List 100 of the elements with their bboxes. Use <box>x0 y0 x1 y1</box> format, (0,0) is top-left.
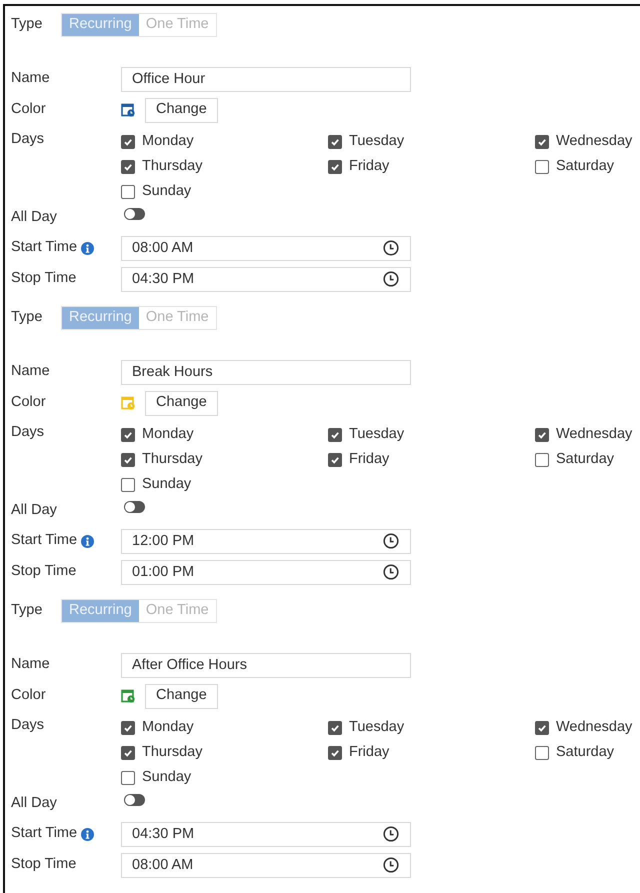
day-label: Thursday <box>142 742 202 762</box>
day-label: Friday <box>349 156 390 176</box>
check-icon <box>537 136 547 146</box>
check-icon <box>330 430 340 440</box>
toggle-switch[interactable] <box>124 501 145 513</box>
checkbox[interactable] <box>535 746 549 760</box>
checkbox[interactable] <box>535 160 549 174</box>
field-label: Type <box>11 308 44 328</box>
checkbox[interactable] <box>535 452 549 466</box>
day-label: Thursday <box>142 450 202 469</box>
clock-icon <box>383 240 399 256</box>
field-label: Type <box>11 601 44 620</box>
checkbox[interactable] <box>328 720 342 734</box>
checkbox[interactable] <box>328 160 342 174</box>
name-field[interactable]: Break Hours <box>121 360 411 384</box>
name-field[interactable]: After Office Hours <box>121 652 411 678</box>
check-icon <box>537 430 547 440</box>
checkbox[interactable] <box>121 184 135 198</box>
checkbox[interactable] <box>121 746 135 760</box>
check-icon <box>123 430 133 440</box>
checkbox[interactable] <box>121 134 135 148</box>
day-label: Saturday <box>556 156 614 176</box>
checkbox[interactable] <box>328 746 342 760</box>
checkbox[interactable] <box>535 720 549 734</box>
checkbox[interactable] <box>121 428 135 442</box>
day-label: Tuesday <box>349 132 404 151</box>
field-label: Name <box>11 69 51 88</box>
day-label: Friday <box>349 450 390 469</box>
check-icon <box>123 722 133 732</box>
time-field[interactable]: 08:00 AM <box>121 852 411 878</box>
info-icon <box>81 828 94 840</box>
field-label: All Day <box>11 208 58 228</box>
field-label: Name <box>11 655 51 674</box>
day-label: Wednesday <box>556 718 632 737</box>
info-icon <box>81 242 94 254</box>
check-icon <box>330 748 340 758</box>
checkbox[interactable] <box>535 428 549 442</box>
check-icon <box>330 136 340 146</box>
day-label: Tuesday <box>349 424 404 444</box>
field-label: Start Time <box>11 824 78 844</box>
check-icon <box>123 162 133 172</box>
check-icon <box>330 722 340 732</box>
check-icon <box>330 454 340 464</box>
field-label: Type <box>11 15 44 34</box>
checkbox[interactable] <box>328 428 342 442</box>
check-icon <box>123 748 133 758</box>
day-label: Wednesday <box>556 132 632 151</box>
day-label: Saturday <box>556 450 614 469</box>
clock-icon <box>383 826 399 842</box>
field-label: Stop Time <box>11 269 76 288</box>
day-label: Tuesday <box>349 718 404 737</box>
clock-icon <box>383 564 399 580</box>
field-label: Days <box>11 423 46 442</box>
day-label: Monday <box>142 132 194 151</box>
field-label: Color <box>11 393 47 412</box>
field-label: Days <box>11 130 46 149</box>
name-field[interactable]: Office Hour <box>121 66 411 92</box>
field-label: Color <box>11 100 47 120</box>
change-button[interactable]: Change <box>145 684 218 708</box>
check-icon <box>123 454 133 464</box>
checkbox[interactable] <box>328 452 342 466</box>
time-field[interactable]: 12:00 PM <box>121 528 411 554</box>
day-label: Thursday <box>142 156 202 176</box>
field-label: Start Time <box>11 531 78 550</box>
change-button[interactable]: Change <box>145 390 218 416</box>
checkbox[interactable] <box>328 134 342 148</box>
info-icon <box>81 534 94 548</box>
check-icon <box>123 136 133 146</box>
day-label: Friday <box>349 742 390 762</box>
change-button[interactable]: Change <box>145 98 218 122</box>
checkbox[interactable] <box>121 720 135 734</box>
checkbox[interactable] <box>121 160 135 174</box>
day-label: Sunday <box>142 768 192 787</box>
checkbox[interactable] <box>535 134 549 148</box>
toggle-switch[interactable] <box>124 208 145 220</box>
day-label: Monday <box>142 718 194 737</box>
day-label: Monday <box>142 424 194 444</box>
check-icon <box>537 722 547 732</box>
checkbox[interactable] <box>121 452 135 466</box>
time-field[interactable]: 08:00 AM <box>121 236 411 260</box>
field-label: Stop Time <box>11 855 76 874</box>
clock-icon <box>383 532 399 548</box>
field-label: Stop Time <box>11 562 76 582</box>
clock-icon <box>383 856 399 872</box>
field-label: All Day <box>11 501 58 520</box>
field-label: Days <box>11 716 46 735</box>
field-label: All Day <box>11 794 58 814</box>
time-field[interactable]: 04:30 PM <box>121 266 411 292</box>
day-label: Wednesday <box>556 424 632 444</box>
check-icon <box>330 162 340 172</box>
clock-icon <box>383 270 399 286</box>
time-field[interactable]: 04:30 PM <box>121 822 411 846</box>
day-label: Sunday <box>142 182 192 201</box>
toggle-switch[interactable] <box>124 794 145 806</box>
day-label: Sunday <box>142 474 192 494</box>
time-field[interactable]: 01:00 PM <box>121 560 411 584</box>
field-label: Name <box>11 362 51 382</box>
field-label: Start Time <box>11 238 78 258</box>
checkbox[interactable] <box>121 770 135 784</box>
checkbox[interactable] <box>121 478 135 492</box>
